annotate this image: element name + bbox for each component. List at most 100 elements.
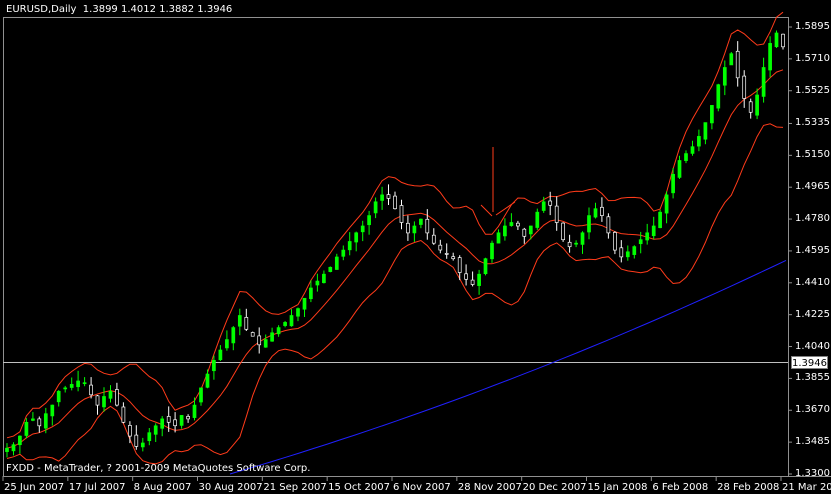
- candle-body: [115, 389, 119, 406]
- candle-body: [121, 406, 126, 423]
- candle-body: [425, 218, 430, 234]
- candle: [684, 150, 688, 164]
- candle: [677, 155, 682, 179]
- candle: [761, 57, 766, 103]
- candle: [360, 220, 365, 242]
- candle-body: [477, 273, 481, 286]
- candle-body: [5, 447, 9, 452]
- candle-body: [406, 222, 410, 234]
- candle-body: [671, 173, 675, 194]
- candle: [587, 207, 591, 240]
- candle-body: [742, 75, 747, 99]
- candle-body: [684, 153, 688, 161]
- candle-body: [102, 396, 106, 408]
- candle: [31, 412, 35, 422]
- candle-body: [651, 225, 656, 237]
- candle-body: [516, 222, 520, 227]
- candle-body: [419, 218, 423, 225]
- candle: [263, 334, 268, 348]
- candle-body: [735, 50, 740, 79]
- current-price-tag: 1.3946: [791, 356, 828, 369]
- moving-average-line: [229, 259, 787, 475]
- candle: [516, 220, 520, 230]
- candle: [606, 213, 611, 239]
- candle-body: [593, 208, 598, 218]
- candle: [593, 202, 598, 219]
- candle-body: [761, 67, 766, 97]
- price-tick-label: 1.4595: [795, 244, 830, 256]
- candle-body: [509, 222, 514, 226]
- candle: [237, 308, 242, 336]
- candle-body: [535, 211, 540, 228]
- candle: [470, 271, 475, 287]
- candle: [37, 416, 42, 433]
- candle-body: [250, 332, 255, 337]
- candle: [632, 245, 637, 259]
- candle: [302, 297, 307, 317]
- candle: [548, 191, 553, 216]
- candle-body: [160, 418, 165, 429]
- price-tick-label: 1.4225: [795, 308, 830, 320]
- candle: [56, 390, 61, 407]
- candle: [651, 216, 656, 240]
- candle-body: [677, 160, 682, 178]
- candle: [373, 197, 378, 219]
- candle: [781, 33, 785, 50]
- time-tick-label: 15 Oct 2007: [328, 482, 390, 493]
- candle: [716, 83, 721, 112]
- candle: [128, 421, 132, 444]
- candle-body: [600, 206, 604, 216]
- candle: [95, 395, 100, 415]
- candle-body: [386, 194, 391, 199]
- arrow-annotation[interactable]: [480, 147, 516, 217]
- candle: [102, 387, 106, 412]
- chart-window[interactable]: EURUSD,Daily 1.3899 1.4012 1.3882 1.3946…: [0, 0, 831, 494]
- candle: [613, 231, 617, 255]
- candle-body: [522, 228, 527, 237]
- upper-band-line: [6, 11, 784, 439]
- ohlc-values: 1.3899 1.4012 1.3882 1.3946: [82, 4, 233, 15]
- candle: [50, 404, 55, 426]
- candle: [444, 243, 449, 259]
- time-tick-label: 20 Dec 2007: [522, 482, 587, 493]
- candle-body: [302, 297, 307, 310]
- candle: [140, 437, 145, 452]
- candle-body: [587, 215, 591, 233]
- candle-body: [179, 415, 184, 426]
- candle-body: [270, 332, 274, 342]
- candle-body: [632, 246, 637, 255]
- candle-body: [393, 195, 397, 210]
- price-tick-label: 1.5150: [795, 149, 830, 161]
- candle: [354, 231, 359, 252]
- candle: [283, 321, 287, 328]
- candle: [186, 414, 190, 423]
- candle-body: [528, 225, 533, 235]
- time-tick-label: 17 Jul 2007: [68, 482, 126, 493]
- candle: [367, 210, 371, 235]
- candle: [412, 221, 417, 242]
- price-tick-label: 1.3670: [795, 404, 830, 416]
- candle-body: [225, 339, 229, 349]
- candle-body: [645, 232, 650, 241]
- candle-body: [237, 315, 242, 327]
- candle-body: [231, 327, 236, 344]
- candle-body: [464, 273, 468, 280]
- candle-body: [710, 105, 714, 124]
- candle: [257, 327, 262, 354]
- price-tick-label: 1.4410: [795, 276, 830, 288]
- candle-body: [412, 225, 417, 234]
- candle-body: [690, 146, 695, 154]
- candle-body: [205, 373, 210, 388]
- time-tick-label: 6 Feb 2008: [652, 482, 709, 493]
- price-tick-label: 1.4965: [795, 181, 830, 193]
- candle-body: [697, 136, 701, 147]
- time-tick-label: 15 Jan 2008: [587, 482, 648, 493]
- candle: [658, 209, 662, 229]
- candle-body: [716, 84, 721, 109]
- candle-body: [755, 94, 759, 116]
- price-chart[interactable]: [0, 0, 831, 494]
- candle: [755, 88, 759, 120]
- price-tick-label: 1.4780: [795, 213, 830, 225]
- candle-body: [722, 67, 727, 86]
- candle-body: [574, 242, 578, 245]
